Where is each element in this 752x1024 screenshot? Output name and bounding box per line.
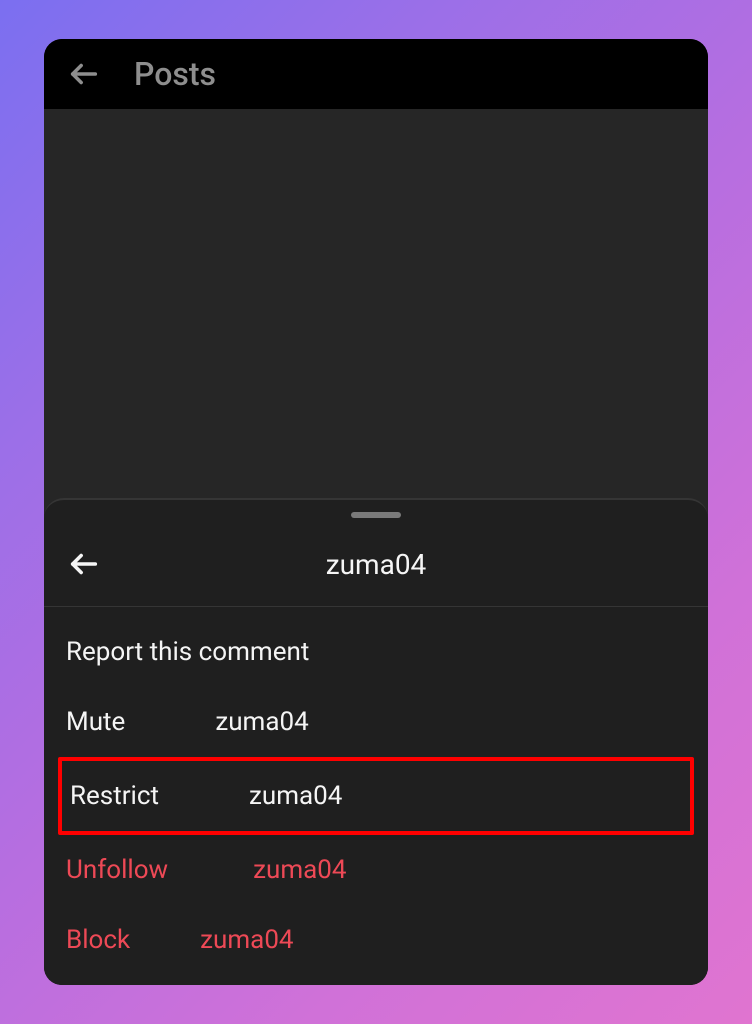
mute-target-label: zuma04: [215, 707, 308, 737]
post-content-area: zuma04 Report this comment Mute zuma04 R…: [44, 109, 708, 985]
sheet-back-button[interactable]: [64, 544, 104, 584]
report-comment-option[interactable]: Report this comment: [58, 617, 694, 687]
block-action-label: Block: [66, 925, 130, 955]
top-bar: Posts: [44, 39, 708, 109]
action-sheet: zuma04 Report this comment Mute zuma04 R…: [44, 498, 708, 985]
app-window: Posts zuma04 Report this comment M: [44, 39, 708, 985]
restrict-target-label: zuma04: [249, 781, 342, 811]
drag-handle[interactable]: [351, 512, 401, 518]
unfollow-target-label: zuma04: [253, 855, 346, 885]
page-title: Posts: [134, 55, 216, 93]
sheet-username-title: zuma04: [326, 548, 427, 581]
block-user-option[interactable]: Block zuma04: [58, 905, 694, 975]
unfollow-user-option[interactable]: Unfollow zuma04: [58, 835, 694, 905]
arrow-left-icon: [67, 547, 101, 581]
mute-user-option[interactable]: Mute zuma04: [58, 687, 694, 757]
unfollow-action-label: Unfollow: [66, 855, 168, 885]
block-target-label: zuma04: [200, 925, 293, 955]
arrow-left-icon: [67, 57, 101, 91]
back-button[interactable]: [64, 54, 104, 94]
restrict-user-option[interactable]: Restrict zuma04: [58, 757, 694, 835]
report-label: Report this comment: [66, 637, 309, 667]
sheet-header: zuma04: [44, 536, 708, 607]
mute-action-label: Mute: [66, 707, 125, 737]
restrict-action-label: Restrict: [70, 781, 159, 811]
action-menu-list: Report this comment Mute zuma04 Restrict…: [44, 607, 708, 975]
